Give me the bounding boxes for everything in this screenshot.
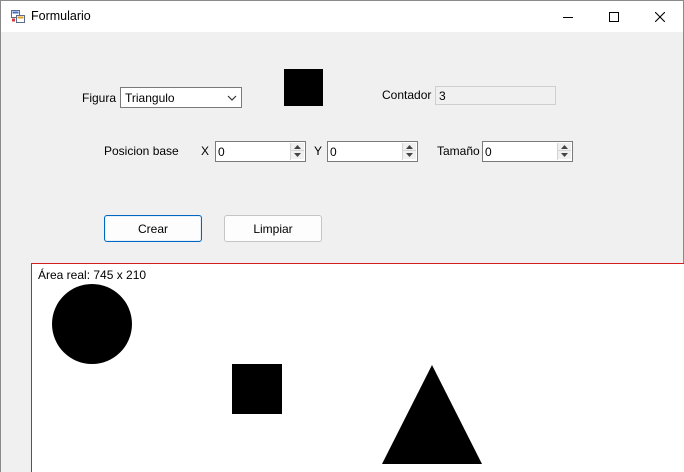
posicion-base-label: Posicion base — [104, 144, 179, 158]
triangle-shape — [382, 365, 482, 464]
tamano-stepper-buttons — [557, 143, 571, 160]
arrow-up-icon — [406, 144, 413, 149]
arrow-down-icon — [406, 153, 413, 157]
arrow-up-icon — [561, 144, 568, 149]
contador-field: 3 — [435, 86, 556, 105]
drawing-canvas[interactable]: Área real: 745 x 210 — [31, 263, 684, 472]
contador-value: 3 — [439, 89, 446, 103]
y-stepper[interactable]: 0 — [327, 141, 418, 162]
maximize-icon — [609, 11, 619, 22]
form-window: Formulario Figura Triangulo Contador 3 P… — [0, 0, 684, 472]
x-stepper-buttons — [290, 143, 304, 160]
x-increment-button[interactable] — [291, 143, 304, 151]
tamano-value: 0 — [485, 145, 492, 159]
x-label: X — [201, 144, 210, 158]
tamano-increment-button[interactable] — [558, 143, 571, 151]
y-label: Y — [314, 144, 323, 158]
window-title: Formulario — [31, 9, 91, 23]
x-stepper[interactable]: 0 — [215, 141, 306, 162]
app-form-icon — [11, 10, 25, 23]
canvas-shapes — [52, 284, 482, 464]
y-value: 0 — [330, 145, 337, 159]
arrow-up-icon — [294, 144, 301, 149]
limpiar-button[interactable]: Limpiar — [224, 215, 322, 242]
arrow-down-icon — [561, 153, 568, 157]
figura-select[interactable]: Triangulo — [120, 87, 242, 108]
y-increment-button[interactable] — [403, 143, 416, 151]
close-button[interactable] — [637, 1, 683, 32]
tamano-label: Tamaño — [437, 144, 480, 158]
tamano-decrement-button[interactable] — [558, 151, 571, 159]
maximize-button[interactable] — [591, 1, 637, 32]
arrow-down-icon — [294, 153, 301, 157]
close-icon — [655, 11, 665, 22]
minimize-icon — [563, 16, 573, 18]
chevron-down-icon — [227, 95, 237, 101]
square-shape — [232, 364, 282, 414]
figura-label: Figura — [82, 91, 117, 105]
x-decrement-button[interactable] — [291, 151, 304, 159]
figure-preview-square — [284, 69, 323, 106]
figura-selected-value: Triangulo — [125, 91, 175, 105]
x-value: 0 — [218, 145, 225, 159]
crear-button[interactable]: Crear — [104, 215, 202, 242]
contador-label: Contador — [382, 88, 432, 102]
y-decrement-button[interactable] — [403, 151, 416, 159]
circle-shape — [52, 284, 132, 364]
y-stepper-buttons — [402, 143, 416, 160]
title-bar[interactable]: Formulario — [1, 1, 683, 32]
tamano-stepper[interactable]: 0 — [482, 141, 573, 162]
minimize-button[interactable] — [545, 1, 591, 32]
